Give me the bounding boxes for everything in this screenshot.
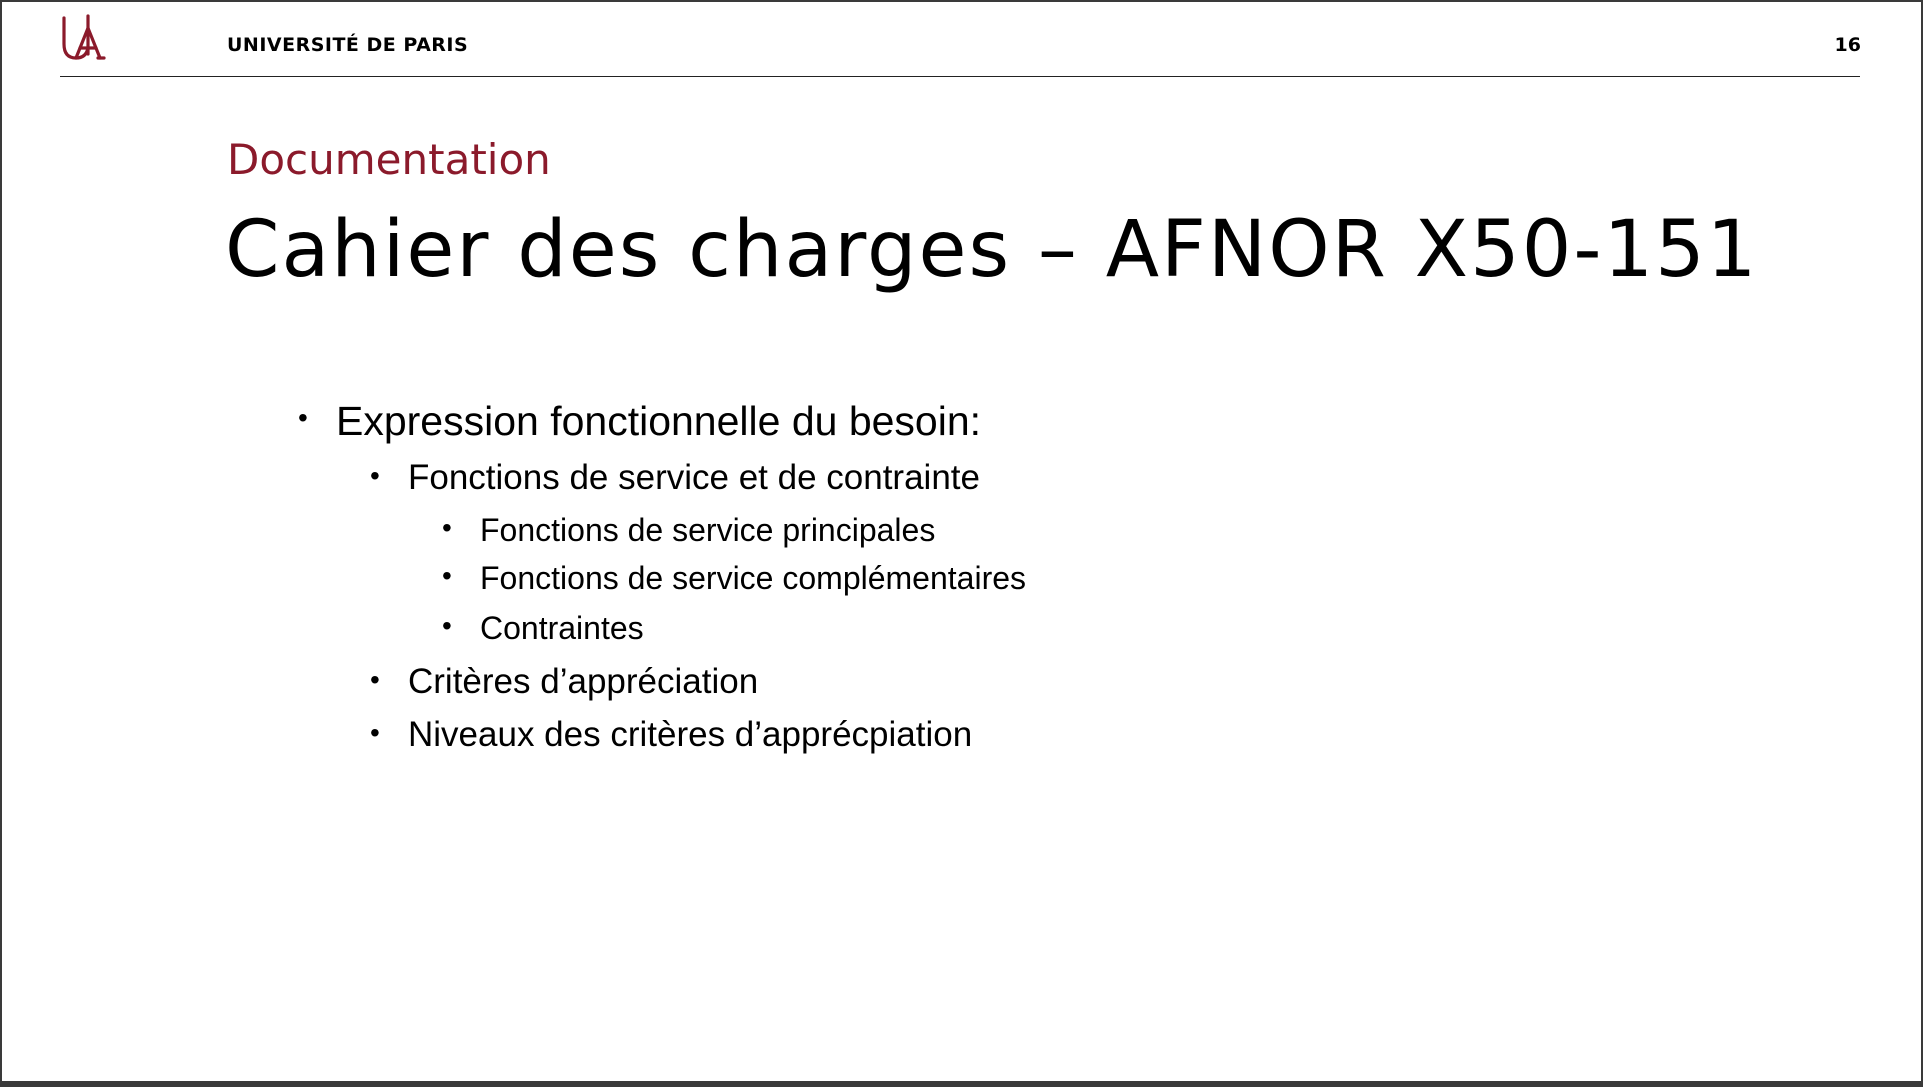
bullet-item-level-2: • Fonctions de service et de contrainte: [370, 458, 980, 498]
bullet-dot-icon: •: [370, 460, 380, 491]
bullet-dot-icon: •: [370, 664, 380, 695]
bullet-item-level-2: • Niveaux des critères d’apprécpiation: [370, 715, 973, 755]
bullet-dot-icon: •: [442, 560, 452, 591]
bullet-list: • Expression fonctionnelle du besoin: • Fon…: [0, 0, 1923, 1087]
bullet-text: Fonctions de service principales: [480, 512, 936, 548]
bullet-dot-icon: •: [442, 512, 452, 543]
bullet-text: Fonctions de service complémentaires: [480, 560, 1027, 596]
bullet-item-level-2: • Critères d’appréciation: [370, 662, 759, 702]
bullet-text: Critères d’appréciation: [408, 662, 759, 701]
bullet-dot-icon: •: [298, 402, 308, 433]
bullet-item-level-3: • Fonctions de service principales: [442, 512, 936, 549]
bullet-item-level-3: • Fonctions de service complémentaires: [442, 560, 1027, 597]
bullet-text: Fonctions de service et de contrainte: [408, 458, 980, 497]
bullet-item-level-3: • Contraintes: [442, 610, 644, 647]
bullet-text: Expression fonctionnelle du besoin:: [336, 398, 982, 444]
bullet-dot-icon: •: [442, 610, 452, 641]
bullet-text: Niveaux des critères d’apprécpiation: [408, 715, 973, 754]
bullet-item-level-1: • Expression fonctionnelle du besoin:: [298, 398, 982, 445]
bullet-text: Contraintes: [480, 610, 644, 646]
bullet-dot-icon: •: [370, 717, 380, 748]
